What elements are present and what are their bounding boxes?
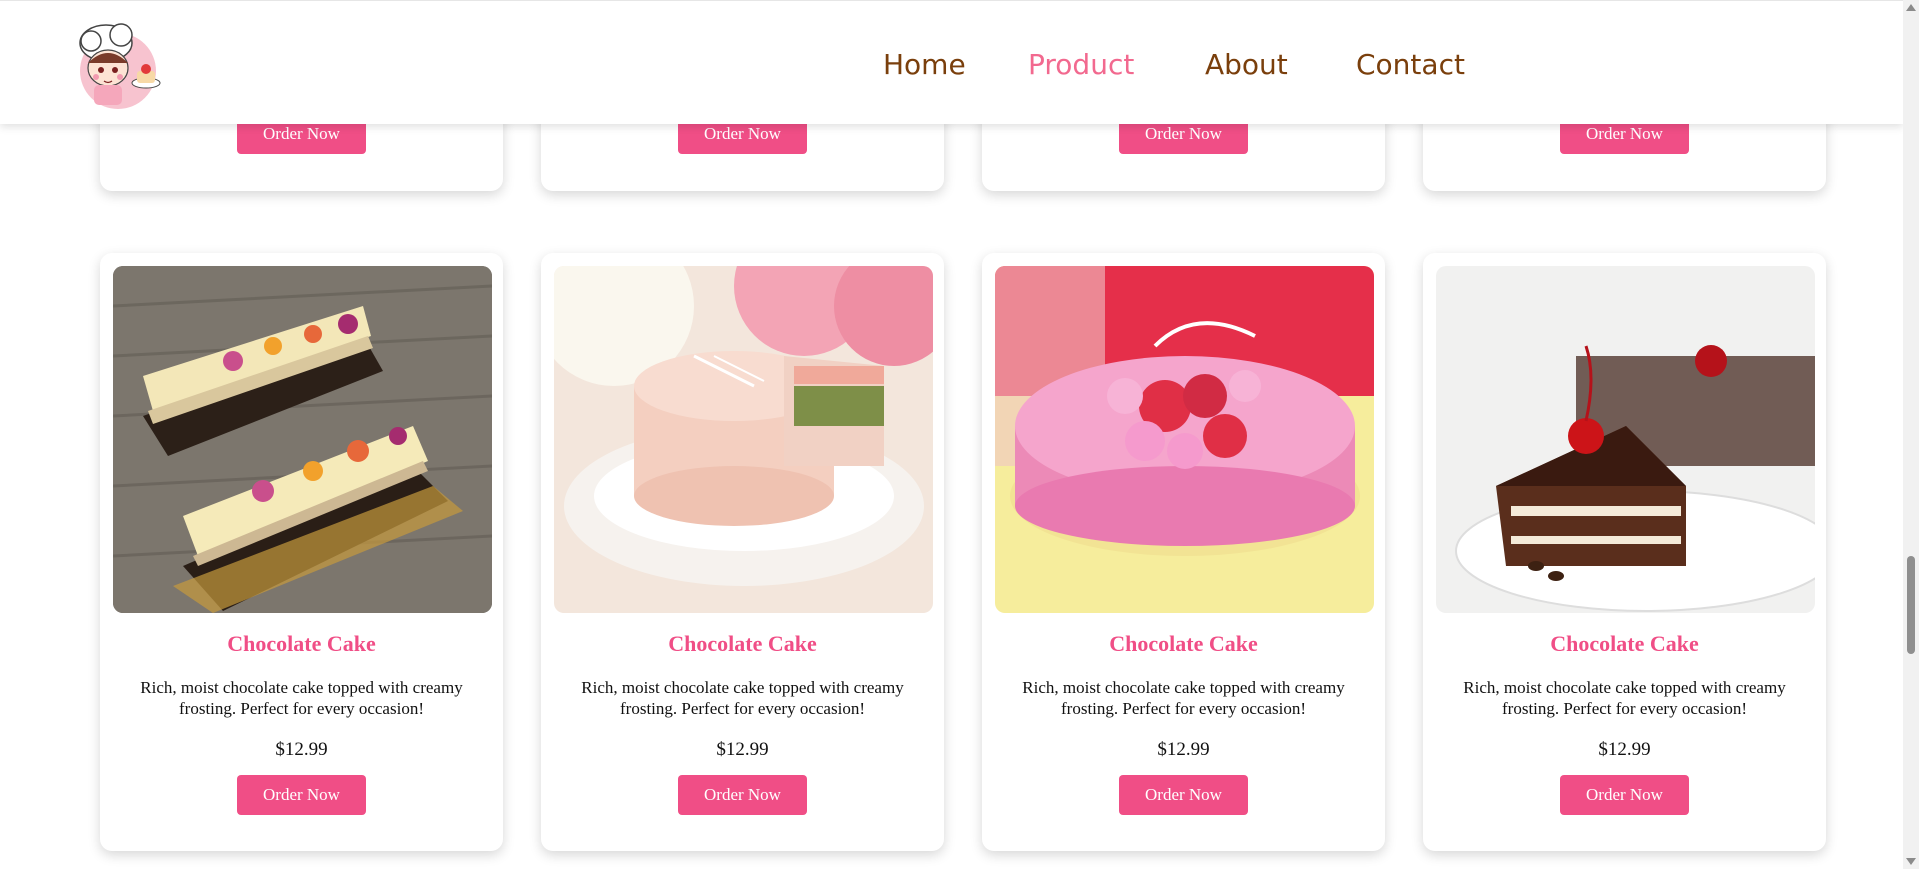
- site-header: Home Product About Contact: [0, 0, 1903, 124]
- product-title: Chocolate Cake: [668, 631, 817, 656]
- scroll-up-arrow-icon[interactable]: [1906, 4, 1916, 11]
- nav-product-link[interactable]: Product: [1028, 45, 1134, 85]
- product-price: $12.99: [275, 739, 328, 760]
- product-price: $12.99: [1157, 739, 1210, 760]
- fruit-tart-image[interactable]: [113, 266, 492, 613]
- product-card: Chocolate Cake Rich, moist chocolate cak…: [982, 253, 1385, 851]
- nav-home-link[interactable]: Home: [883, 45, 966, 85]
- product-price: $12.99: [1598, 739, 1651, 760]
- order-now-button[interactable]: Order Now: [1119, 775, 1248, 815]
- order-now-button[interactable]: Order Now: [678, 775, 807, 815]
- main-nav: Home Product About Contact: [0, 45, 1903, 85]
- strawberry-macaron-cake-image[interactable]: [995, 266, 1374, 613]
- product-title: Chocolate Cake: [1109, 631, 1258, 656]
- peach-mousse-cake-image[interactable]: [554, 266, 933, 613]
- product-price: $12.99: [716, 739, 769, 760]
- product-title: Chocolate Cake: [1550, 631, 1699, 656]
- black-forest-cake-image[interactable]: [1436, 266, 1815, 613]
- product-description: Rich, moist chocolate cake topped with c…: [581, 678, 904, 718]
- vertical-scrollbar[interactable]: [1903, 0, 1919, 869]
- scroll-down-arrow-icon[interactable]: [1906, 858, 1916, 865]
- nav-contact-link[interactable]: Contact: [1356, 45, 1465, 85]
- product-title: Chocolate Cake: [227, 631, 376, 656]
- product-description: Rich, moist chocolate cake topped with c…: [1022, 678, 1345, 718]
- order-now-button[interactable]: Order Now: [1560, 775, 1689, 815]
- nav-about-link[interactable]: About: [1205, 45, 1288, 85]
- product-description: Rich, moist chocolate cake topped with c…: [140, 678, 463, 718]
- product-card: Chocolate Cake Rich, moist chocolate cak…: [100, 253, 503, 851]
- product-card: Chocolate Cake Rich, moist chocolate cak…: [541, 253, 944, 851]
- scrollbar-thumb[interactable]: [1907, 556, 1915, 654]
- product-description: Rich, moist chocolate cake topped with c…: [1463, 678, 1786, 718]
- product-card: Chocolate Cake Rich, moist chocolate cak…: [1423, 253, 1826, 851]
- order-now-button[interactable]: Order Now: [237, 775, 366, 815]
- page-viewport: Order Now Order Now Order Now Order Now: [0, 0, 1903, 869]
